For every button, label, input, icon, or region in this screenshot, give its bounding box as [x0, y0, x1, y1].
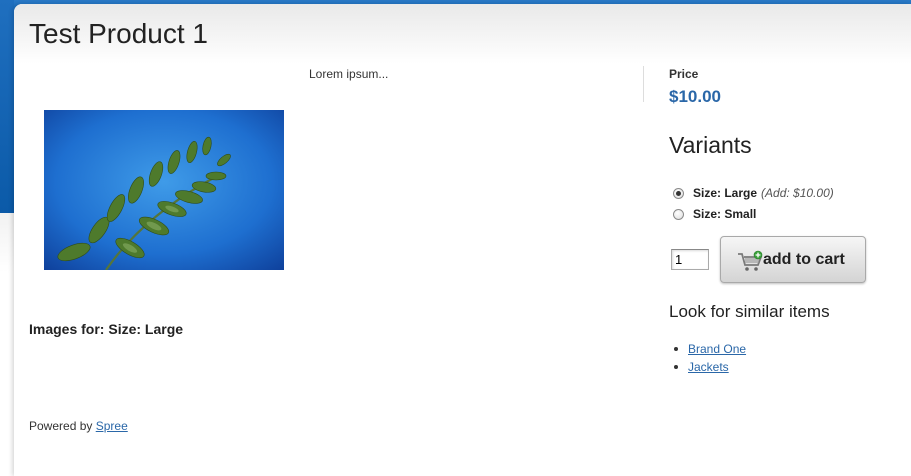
product-description: Lorem ipsum... [309, 67, 389, 81]
variants-heading: Variants [669, 132, 752, 158]
spree-link[interactable]: Spree [96, 419, 128, 433]
product-image[interactable] [44, 110, 284, 270]
variant-radio-large[interactable] [673, 187, 684, 199]
taxon-link-jackets[interactable]: Jackets [688, 360, 729, 374]
similar-items-list: Brand One Jackets [669, 340, 746, 376]
add-to-cart-button[interactable]: add to cart [720, 236, 866, 283]
left-blue-strip [0, 0, 14, 213]
variant-label: Size: Small [693, 207, 757, 221]
add-to-cart-label: add to cart [763, 250, 845, 268]
fern-leaf-image [44, 110, 284, 270]
list-item: Jackets [669, 358, 746, 376]
variant-radio-small[interactable] [673, 208, 684, 220]
variant-price-addition: (Add: $10.00) [761, 186, 834, 200]
column-divider [643, 66, 644, 102]
list-item: Brand One [669, 340, 746, 358]
images-for-label: Images for: Size: Large [29, 321, 184, 337]
bullet-icon [674, 347, 678, 351]
left-strip-lower [0, 213, 14, 273]
page-title: Test Product 1 [29, 18, 208, 49]
similar-items-heading: Look for similar items [669, 302, 830, 321]
taxon-link-brand-one[interactable]: Brand One [688, 342, 746, 356]
variant-option-large[interactable]: Size: Large (Add: $10.00) [673, 185, 834, 201]
price-label: Price [669, 67, 699, 81]
shopping-cart-add-icon [738, 250, 763, 271]
variant-option-small[interactable]: Size: Small [673, 206, 756, 222]
price-value: $10.00 [669, 87, 721, 106]
footer: Powered by Spree [29, 419, 128, 433]
quantity-input[interactable] [671, 249, 709, 270]
footer-text: Powered by [29, 419, 93, 433]
variant-label: Size: Large [693, 186, 758, 200]
bullet-icon [674, 365, 678, 369]
